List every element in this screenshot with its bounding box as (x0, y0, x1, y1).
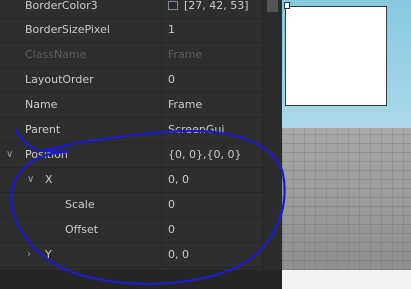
column-divider (161, 218, 162, 242)
property-row-x-scale[interactable]: Scale 0 (0, 193, 262, 218)
vertical-scrollbar[interactable] (262, 0, 282, 270)
color-swatch[interactable] (168, 1, 178, 10)
property-value[interactable]: 0 (168, 193, 175, 217)
selected-frame[interactable] (285, 6, 387, 106)
column-divider (161, 93, 162, 117)
viewport-bottom-strip (282, 270, 411, 289)
column-divider (161, 0, 162, 18)
property-value[interactable]: 0, 0 (168, 243, 189, 267)
property-value[interactable]: 0 (168, 218, 175, 242)
property-value[interactable]: ScreenGui (168, 118, 224, 142)
column-divider (161, 143, 162, 167)
property-row-position-y[interactable]: › Y 0, 0 (0, 243, 262, 268)
property-value[interactable]: 0 (168, 68, 175, 92)
property-value[interactable]: Frame (168, 93, 202, 117)
column-divider (161, 68, 162, 92)
baseplate-ground (282, 128, 411, 270)
property-row-parent[interactable]: Parent ScreenGui (0, 118, 262, 143)
property-name: Position (25, 148, 68, 161)
column-divider (161, 18, 162, 42)
property-row-x-offset[interactable]: Offset 0 (0, 218, 262, 243)
column-divider (161, 193, 162, 217)
property-row-bordersizepixel[interactable]: BorderSizePixel 1 (0, 18, 262, 43)
property-name: Name (25, 98, 58, 111)
property-name: Offset (65, 223, 99, 236)
column-divider (161, 168, 162, 192)
selection-handle[interactable] (284, 2, 290, 9)
property-row-classname: ClassName Frame (0, 43, 262, 68)
column-divider (161, 43, 162, 67)
properties-panel: BorderColor3 [27, 42, 53] BorderSizePixe… (0, 0, 262, 270)
game-viewport[interactable] (282, 0, 411, 270)
property-value[interactable]: [27, 42, 53] (184, 0, 249, 18)
property-value: Frame (168, 48, 203, 61)
scrollbar-thumb[interactable] (267, 0, 278, 12)
column-divider (161, 118, 162, 142)
property-name: Y (45, 248, 52, 261)
property-row-position-x[interactable]: ∨ X 0, 0 (0, 168, 262, 193)
chevron-down-icon[interactable]: ∨ (6, 143, 13, 167)
property-name: LayoutOrder (25, 73, 94, 86)
property-name: BorderColor3 (25, 0, 98, 12)
property-name: X (45, 173, 53, 186)
property-row-layoutorder[interactable]: LayoutOrder 0 (0, 68, 262, 93)
property-name: ClassName (25, 48, 87, 61)
chevron-right-icon[interactable]: › (27, 243, 31, 267)
property-value[interactable]: 1 (168, 18, 175, 42)
property-value[interactable]: {0, 0},{0, 0} (168, 143, 241, 167)
property-name: Scale (65, 198, 95, 211)
property-row-position[interactable]: ∨ Position {0, 0},{0, 0} (0, 143, 262, 168)
property-row-name[interactable]: Name Frame (0, 93, 262, 118)
chevron-down-icon[interactable]: ∨ (27, 168, 34, 192)
property-name: BorderSizePixel (25, 23, 110, 36)
property-value[interactable]: 0, 0 (168, 168, 189, 192)
panel-bottom-bar (0, 270, 282, 289)
column-divider (161, 243, 162, 267)
property-row-bordercolor3[interactable]: BorderColor3 [27, 42, 53] (0, 0, 262, 19)
property-name: Parent (25, 123, 61, 136)
